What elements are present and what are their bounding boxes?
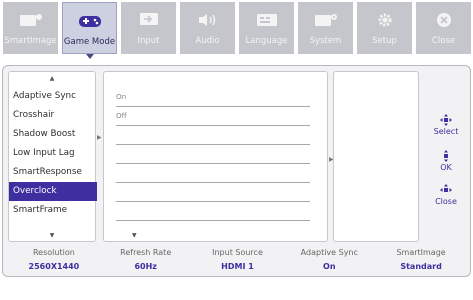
close-label: Close (435, 197, 457, 206)
submenu-option-empty (116, 164, 310, 183)
tab-label: Audio (195, 36, 220, 46)
detail-panel (333, 71, 419, 242)
language-icon (256, 10, 278, 30)
menu-item-smartframe[interactable]: SmartFrame (9, 201, 97, 220)
close-icon (436, 10, 452, 30)
tab-audio[interactable]: Audio (180, 2, 235, 54)
status-label: Resolution (32, 248, 75, 257)
speaker-icon (196, 10, 220, 30)
menu-item-overclock[interactable]: Overclock (9, 182, 97, 201)
status-bar: Resolution 2560X1440 Refresh Rate 60Hz I… (8, 248, 467, 274)
status-value: 60Hz (134, 262, 157, 271)
gamepad-icon (77, 11, 103, 31)
gear-icon (377, 10, 393, 30)
status-smartimage: SmartImage Standard (375, 248, 467, 274)
status-resolution: Resolution 2560X1440 (8, 248, 100, 274)
ok-label: OK (440, 163, 452, 172)
dpad-icon (440, 184, 452, 192)
tab-system[interactable]: System (298, 2, 353, 54)
scroll-up-icon[interactable]: ▲ (50, 75, 55, 82)
tab-label: System (309, 36, 342, 46)
tab-setup[interactable]: Setup (357, 2, 412, 54)
tab-game-mode[interactable]: Game Mode (62, 2, 117, 59)
smartimage-icon (19, 10, 43, 30)
scroll-down-icon[interactable]: ▼ (50, 232, 55, 239)
submenu-option-empty (116, 145, 310, 164)
status-label: SmartImage (396, 248, 446, 257)
menu-item-adaptive-sync[interactable]: Adaptive Sync (9, 87, 97, 106)
submenu-option-empty (116, 202, 310, 221)
scroll-down-icon[interactable]: ▼ (132, 232, 137, 239)
tab-language[interactable]: Language (239, 2, 294, 54)
menu-item-shadow-boost[interactable]: Shadow Boost (9, 125, 97, 144)
status-adaptive-sync: Adaptive Sync On (283, 248, 375, 274)
select-label: Select (433, 127, 459, 136)
active-tab-indicator (85, 54, 94, 59)
tab-label: Close (431, 36, 456, 46)
tab-input[interactable]: Input (121, 2, 176, 54)
dpad-icon (440, 114, 452, 126)
menu-list: ▲ Adaptive Sync Crosshair Shadow Boost L… (8, 71, 97, 242)
menu-item-crosshair[interactable]: Crosshair (9, 106, 97, 125)
tab-label: Input (137, 36, 160, 46)
system-icon (314, 10, 338, 30)
osd-menu-panel: ▲ Adaptive Sync Crosshair Shadow Boost L… (2, 65, 471, 277)
tab-close[interactable]: Close (416, 2, 471, 54)
select-control[interactable]: Select (423, 114, 469, 136)
status-label: Refresh Rate (120, 248, 172, 257)
close-control[interactable]: Close (423, 184, 469, 206)
input-icon (138, 10, 160, 30)
menu-item-smartresponse[interactable]: SmartResponse (9, 163, 97, 182)
status-value: On (323, 262, 336, 271)
tab-label: Language (245, 36, 288, 46)
chevron-right-icon: ▶ (97, 134, 102, 141)
status-value: HDMI 1 (221, 262, 254, 271)
submenu-option-empty (116, 126, 310, 145)
tab-label: SmartImage (4, 36, 57, 46)
status-label: Adaptive Sync (300, 248, 358, 257)
status-input-source: Input Source HDMI 1 (192, 248, 284, 274)
tab-label: Game Mode (63, 37, 116, 47)
status-value: Standard (400, 262, 442, 271)
osd-tab-bar: SmartImage Game Mode Input Audio Languag… (3, 2, 471, 59)
submenu-list: On Off ▼ (103, 71, 328, 242)
tab-label: Setup (372, 36, 397, 46)
status-refresh-rate: Refresh Rate 60Hz (100, 248, 192, 274)
status-label: Input Source (212, 248, 263, 257)
status-value: 2560X1440 (28, 262, 80, 271)
submenu-option-on[interactable]: On (116, 88, 310, 107)
tab-smartimage[interactable]: SmartImage (3, 2, 58, 54)
ok-control[interactable]: OK (423, 150, 469, 172)
submenu-option-off[interactable]: Off (116, 107, 310, 126)
dpad-icon (444, 150, 448, 162)
submenu-option-empty (116, 183, 310, 202)
menu-item-low-input-lag[interactable]: Low Input Lag (9, 144, 97, 163)
